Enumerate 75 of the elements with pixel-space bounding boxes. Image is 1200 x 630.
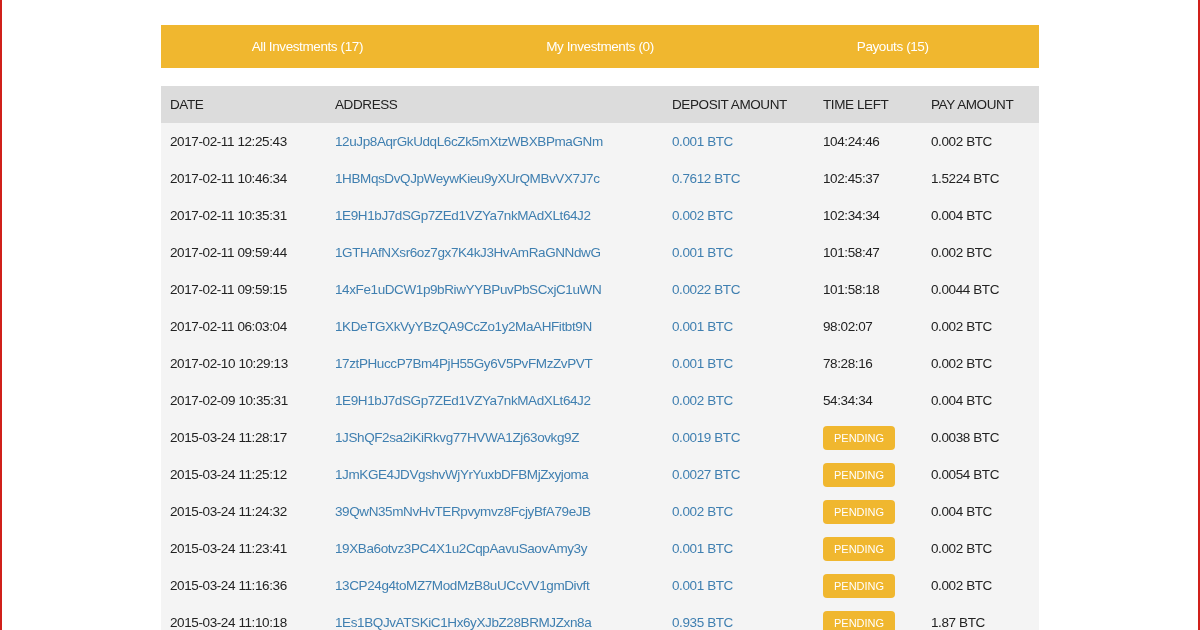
column-header: PAY AMOUNT: [931, 97, 1014, 112]
column-header: DATE: [170, 97, 204, 112]
date-cell: 2017-02-09 10:35:31: [170, 393, 288, 408]
pay-amount-cell: 0.004 BTC: [931, 393, 992, 408]
address-link[interactable]: 1JShQF2sa2iKiRkvg77HVWA1Zj63ovkg9Z: [335, 430, 579, 445]
deposit-link[interactable]: 0.001 BTC: [672, 578, 733, 593]
pay-amount-cell: 0.002 BTC: [931, 356, 992, 371]
date-cell: 2015-03-24 11:23:41: [170, 541, 287, 556]
time-left-cell: 102:34:34: [823, 208, 880, 223]
date-cell: 2017-02-11 12:25:43: [170, 134, 287, 149]
time-left-cell: 101:58:47: [823, 245, 880, 260]
deposit-link[interactable]: 0.001 BTC: [672, 245, 733, 260]
column-header: TIME LEFT: [823, 97, 889, 112]
pay-amount-cell: 0.002 BTC: [931, 541, 992, 556]
deposit-link[interactable]: 0.001 BTC: [672, 541, 733, 556]
pay-amount-cell: 0.0044 BTC: [931, 282, 1000, 297]
time-left-cell: 98:02:07: [823, 319, 873, 334]
pay-amount-cell: 0.002 BTC: [931, 134, 992, 149]
address-link[interactable]: 1GTHAfNXsr6oz7gx7K4kJ3HvAmRaGNNdwG: [335, 245, 601, 260]
pay-amount-cell: 0.004 BTC: [931, 504, 992, 519]
time-left-cell: 104:24:46: [823, 134, 880, 149]
pending-badge: PENDING: [823, 610, 896, 630]
time-left-cell: 54:34:34: [823, 393, 873, 408]
address-link[interactable]: 12uJp8AqrGkUdqL6cZk5mXtzWBXBPmaGNm: [335, 134, 603, 149]
pay-amount-cell: 0.0054 BTC: [931, 467, 1000, 482]
pending-badge: PENDING: [823, 573, 896, 598]
address-link[interactable]: 39QwN35mNvHvTERpvymvz8FcjyBfA79eJB: [335, 504, 591, 519]
pay-amount-cell: 0.002 BTC: [931, 319, 992, 334]
pending-badge: PENDING: [823, 499, 896, 524]
pending-badge: PENDING: [823, 462, 896, 487]
date-cell: 2017-02-11 09:59:15: [170, 282, 287, 297]
date-cell: 2015-03-24 11:10:18: [170, 615, 287, 630]
deposit-link[interactable]: 0.935 BTC: [672, 615, 733, 630]
deposit-link[interactable]: 0.002 BTC: [672, 208, 733, 223]
pay-amount-cell: 0.002 BTC: [931, 245, 992, 260]
deposit-link[interactable]: 0.001 BTC: [672, 134, 733, 149]
pay-amount-cell: 0.0038 BTC: [931, 430, 1000, 445]
pending-badge: PENDING: [823, 536, 896, 561]
deposit-link[interactable]: 0.001 BTC: [672, 319, 733, 334]
time-left-cell: 101:58:18: [823, 282, 880, 297]
address-link[interactable]: 17ztPHuccP7Bm4PjH55Gy6V5PvFMzZvPVT: [335, 356, 593, 371]
pay-amount-cell: 1.5224 BTC: [931, 171, 1000, 186]
date-cell: 2015-03-24 11:28:17: [170, 430, 287, 445]
deposit-link[interactable]: 0.001 BTC: [672, 356, 733, 371]
time-left-cell: 78:28:16: [823, 356, 873, 371]
time-left-cell: 102:45:37: [823, 171, 880, 186]
pay-amount-cell: 0.002 BTC: [931, 578, 992, 593]
date-cell: 2017-02-11 10:35:31: [170, 208, 287, 223]
address-link[interactable]: 1HBMqsDvQJpWeywKieu9yXUrQMBvVX7J7c: [335, 171, 600, 186]
address-link[interactable]: 13CP24g4toMZ7ModMzB8uUCcVV1gmDivft: [335, 578, 590, 593]
date-cell: 2017-02-11 06:03:04: [170, 319, 287, 334]
address-link[interactable]: 1KDeTGXkVyYBzQA9CcZo1y2MaAHFitbt9N: [335, 319, 592, 334]
address-link[interactable]: 14xFe1uDCW1p9bRiwYYBPuvPbSCxjC1uWN: [335, 282, 602, 297]
pay-amount-cell: 0.004 BTC: [931, 208, 992, 223]
date-cell: 2017-02-11 10:46:34: [170, 171, 287, 186]
date-cell: 2015-03-24 11:24:32: [170, 504, 287, 519]
pay-amount-cell: 1.87 BTC: [931, 615, 985, 630]
deposit-link[interactable]: 0.7612 BTC: [672, 171, 741, 186]
date-cell: 2017-02-11 09:59:44: [170, 245, 287, 260]
address-link[interactable]: 1JmKGE4JDVgshvWjYrYuxbDFBMjZxyjoma: [335, 467, 589, 482]
deposit-link[interactable]: 0.0022 BTC: [672, 282, 741, 297]
pending-badge: PENDING: [823, 425, 896, 450]
deposit-link[interactable]: 0.002 BTC: [672, 504, 733, 519]
deposit-link[interactable]: 0.002 BTC: [672, 393, 733, 408]
date-cell: 2017-02-10 10:29:13: [170, 356, 288, 371]
address-link[interactable]: 1Es1BQJvATSKiC1Hx6yXJbZ28BRMJZxn8a: [335, 615, 592, 630]
deposit-link[interactable]: 0.0027 BTC: [672, 467, 741, 482]
deposit-link[interactable]: 0.0019 BTC: [672, 430, 741, 445]
column-header: DEPOSIT AMOUNT: [672, 97, 787, 112]
date-cell: 2015-03-24 11:25:12: [170, 467, 287, 482]
column-header: ADDRESS: [335, 97, 398, 112]
date-cell: 2015-03-24 11:16:36: [170, 578, 287, 593]
address-link[interactable]: 1E9H1bJ7dSGp7ZEd1VZYa7nkMAdXLt64J2: [335, 393, 591, 408]
address-link[interactable]: 1E9H1bJ7dSGp7ZEd1VZYa7nkMAdXLt64J2: [335, 208, 591, 223]
address-link[interactable]: 19XBa6otvz3PC4X1u2CqpAavuSaovAmy3y: [335, 541, 588, 556]
